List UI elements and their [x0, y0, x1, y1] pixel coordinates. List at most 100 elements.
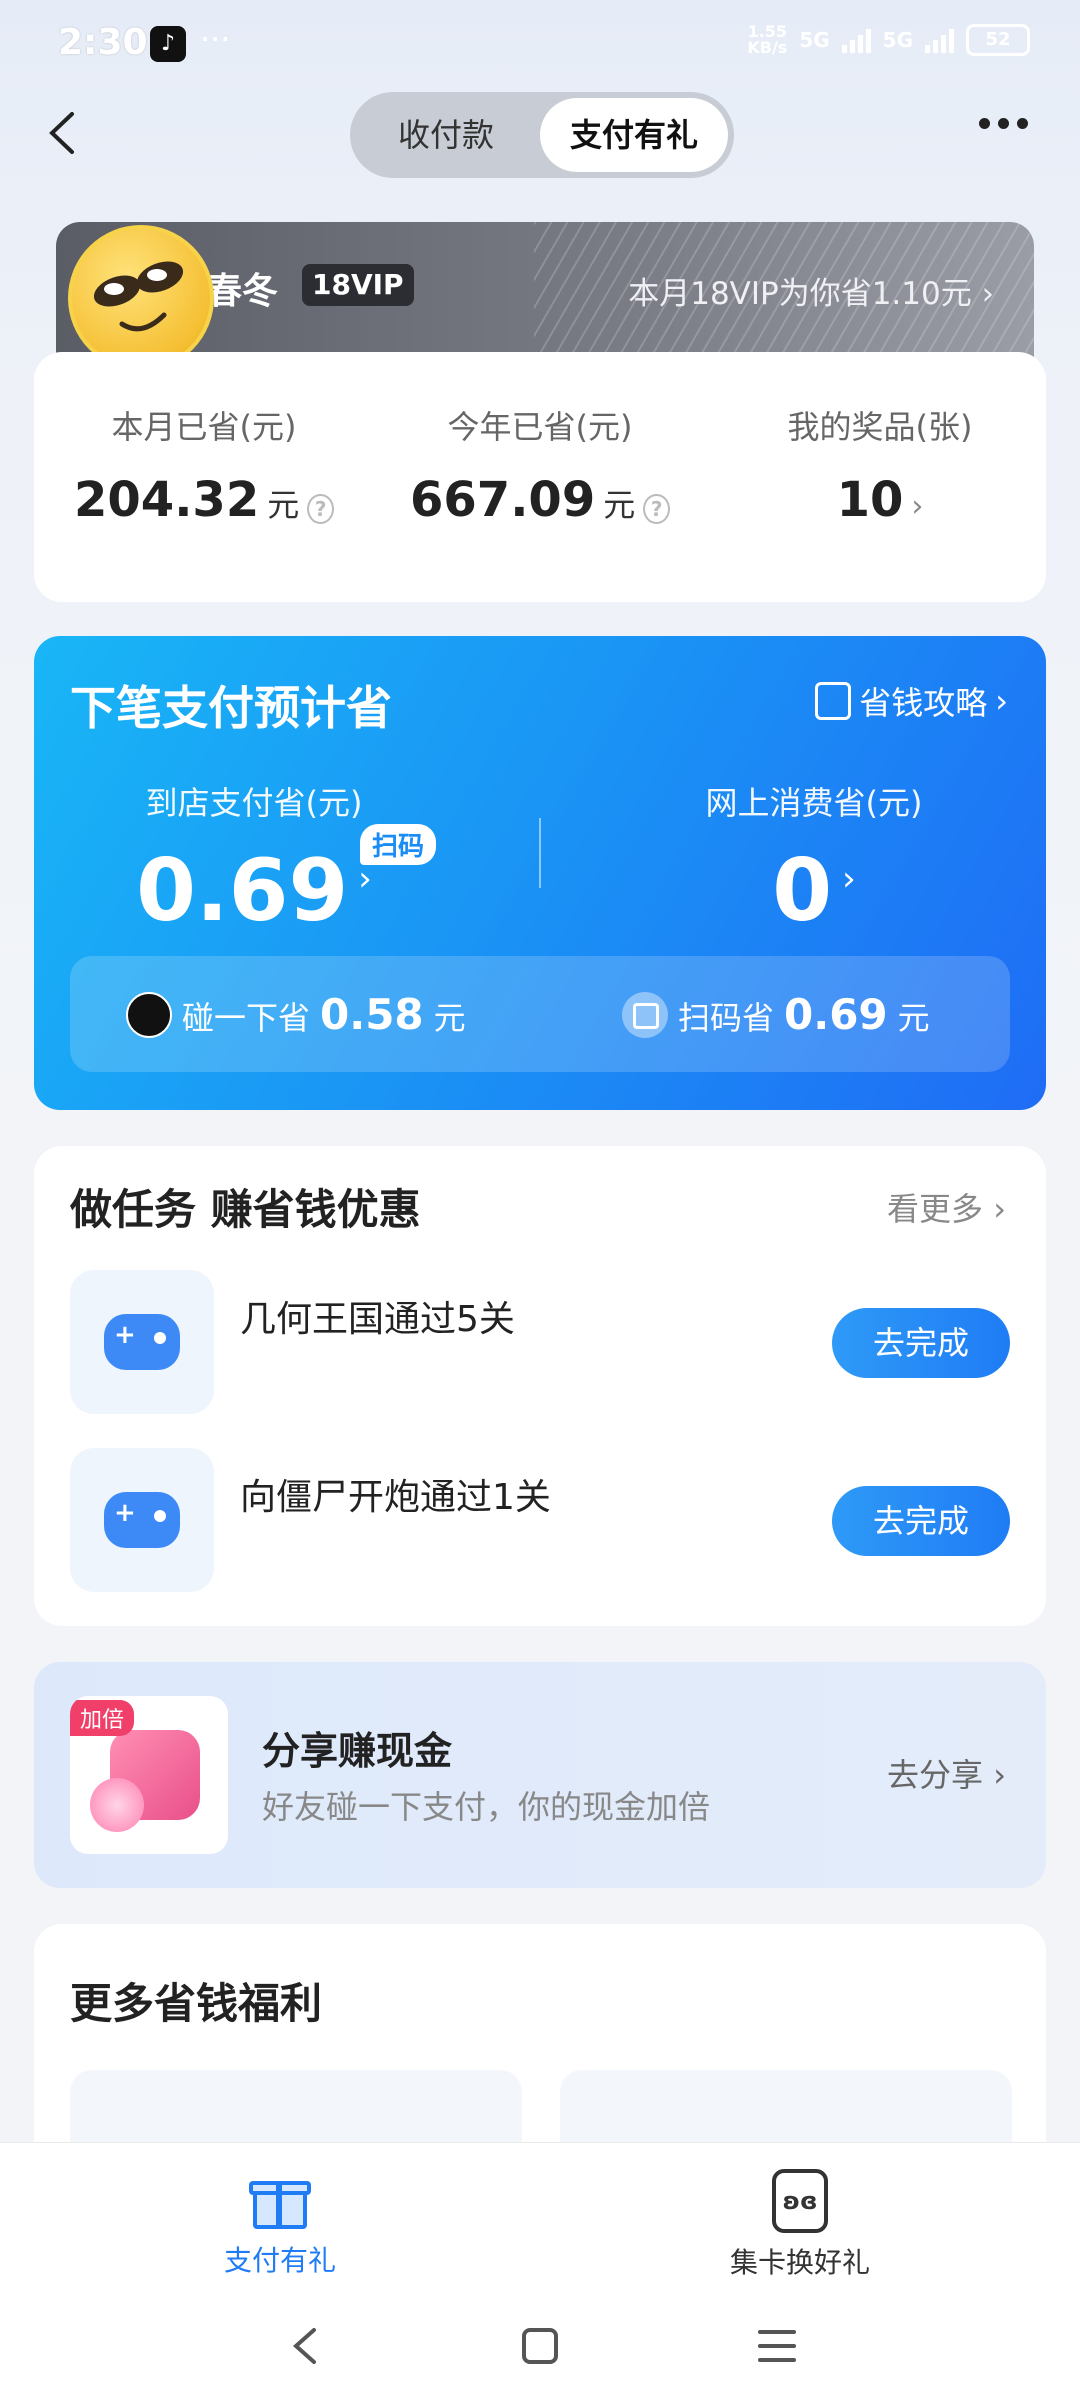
savings-guide-label: 省钱攻略 — [859, 684, 988, 722]
chevron-left-icon — [49, 112, 74, 154]
scan-savings-value: 0.69 — [784, 990, 888, 1039]
bottom-navigation: 支付有礼 ʚɞ 集卡换好礼 — [0, 2142, 1080, 2400]
mode-segmented-control: 收付款 支付有礼 — [350, 92, 734, 178]
user-name: 春冬 — [206, 271, 279, 312]
chevron-right-icon: › — [842, 859, 856, 899]
online-savings-value: 0 — [772, 841, 833, 941]
stat-year-saved[interactable]: 今年已省(元) 667.09 元? — [410, 402, 670, 528]
scan-savings[interactable]: 扫码省 0.69 元 — [622, 990, 930, 1039]
help-icon[interactable]: ? — [643, 494, 670, 524]
status-time: 2:30 — [58, 22, 148, 63]
benefit-tile[interactable] — [70, 2070, 522, 2144]
chevron-right-icon: › — [981, 276, 994, 312]
see-more-link[interactable]: 看更多 › — [887, 1184, 1006, 1230]
stat-label: 我的奖品(张) — [787, 408, 973, 446]
stat-month-saved[interactable]: 本月已省(元) 204.32 元? — [74, 402, 334, 528]
online-savings-label: 网上消费省(元) — [705, 784, 923, 822]
nfc-tap-savings[interactable]: 碰一下省 0.58 元 — [126, 990, 466, 1039]
online-savings[interactable]: 网上消费省(元) 0 › — [654, 778, 974, 936]
system-back-button[interactable] — [290, 2326, 320, 2366]
signal-bars-icon — [841, 27, 871, 53]
nav-label: 集卡换好礼 — [729, 2246, 870, 2279]
divider — [539, 818, 541, 888]
task-name: 几何王国通过5关 — [240, 1299, 515, 1340]
share-cash-card[interactable]: 加倍 分享赚现金 好友碰一下支付，你的现金加倍 去分享 › — [34, 1662, 1046, 1888]
tap-savings-unit: 元 — [433, 999, 466, 1037]
go-complete-button[interactable]: 去完成 — [832, 1486, 1010, 1556]
battery-icon: 52 — [966, 24, 1030, 56]
go-complete-button[interactable]: 去完成 — [832, 1308, 1010, 1378]
card-icon: ʚɞ — [772, 2169, 828, 2233]
scan-icon — [622, 991, 668, 1038]
network-speed: 1.55 KB/s — [747, 24, 787, 56]
signal-bars-icon — [925, 27, 954, 53]
task-name: 向僵尸开炮通过1关 — [240, 1477, 551, 1518]
go-share-link[interactable]: 去分享 › — [887, 1750, 1006, 1796]
back-button[interactable] — [42, 108, 82, 158]
tap-pay-icon — [126, 991, 172, 1038]
guide-icon — [815, 682, 852, 720]
task-thumb — [70, 1270, 214, 1414]
avatar[interactable] — [68, 225, 214, 371]
more-benefits-section: 更多省钱福利 — [34, 1924, 1046, 2144]
stat-my-prizes[interactable]: 我的奖品(张) 10 › — [750, 402, 1010, 528]
tap-savings-value: 0.58 — [320, 990, 424, 1039]
gamepad-icon — [104, 1492, 180, 1548]
system-navigation-bar — [0, 2300, 1080, 2400]
sunglasses-emoji-icon — [93, 261, 184, 332]
tasks-card: 做任务 赚省钱优惠 看更多 › 几何王国通过5关 去完成 向僵尸开炮通过1关 去… — [34, 1146, 1046, 1626]
share-title: 分享赚现金 — [262, 1729, 453, 1773]
stat-unit: 元 — [603, 486, 636, 524]
task-item: 向僵尸开炮通过1关 去完成 — [70, 1448, 1010, 1592]
store-savings-value: 0.69 — [136, 841, 349, 941]
payment-method-savings-bar: 碰一下省 0.58 元 扫码省 0.69 元 — [70, 956, 1010, 1072]
savings-title: 下笔支付预计省 — [70, 681, 392, 735]
vip-savings-text: 本月18VIP为你省1.10元 — [628, 276, 972, 312]
next-payment-savings-card: 下笔支付预计省 省钱攻略 › 到店支付省(元) 0.69 › 扫码 网上消费省(元… — [34, 636, 1046, 1110]
tasks-title: 做任务 赚省钱优惠 — [70, 1185, 421, 1234]
coin-shape — [90, 1778, 144, 1832]
stat-label: 今年已省(元) — [447, 408, 633, 446]
scan-savings-label: 扫码省 — [678, 999, 775, 1037]
stat-unit: 元 — [267, 486, 300, 524]
status-indicators: 1.55 KB/s 5G 5G 52 — [747, 24, 1030, 56]
gift-icon — [249, 2169, 311, 2231]
tiktok-icon: ♪ — [150, 26, 186, 62]
help-icon[interactable]: ? — [307, 494, 334, 524]
status-bar: 2:30 ♪ ··· 1.55 KB/s 5G 5G 52 — [0, 0, 1080, 90]
system-home-button[interactable] — [522, 2328, 558, 2364]
signal-label-1: 5G — [799, 28, 830, 52]
tap-savings-label: 碰一下省 — [182, 999, 311, 1037]
nav-label: 支付有礼 — [223, 2244, 336, 2277]
scan-savings-unit: 元 — [897, 999, 930, 1037]
gamepad-icon — [104, 1314, 180, 1370]
stat-label: 本月已省(元) — [111, 408, 297, 446]
double-tag: 加倍 — [70, 1700, 135, 1736]
system-recents-button[interactable] — [758, 2330, 796, 2372]
status-more-icon: ··· — [200, 20, 231, 58]
benefits-title: 更多省钱福利 — [70, 1979, 323, 2028]
tab-receive-pay[interactable]: 收付款 — [356, 98, 536, 172]
vip-badge: 18VIP — [302, 264, 414, 306]
nav-collect-cards[interactable]: ʚɞ 集卡换好礼 — [650, 2169, 950, 2281]
stat-value: 204.32 — [74, 472, 260, 528]
vip-savings-link[interactable]: 本月18VIP为你省1.10元 › — [628, 268, 994, 313]
task-item: 几何王国通过5关 去完成 — [70, 1270, 1010, 1414]
chevron-right-icon: › — [911, 489, 924, 524]
task-thumb — [70, 1448, 214, 1592]
red-envelope-image: 加倍 — [70, 1696, 228, 1854]
savings-stats-card: 本月已省(元) 204.32 元? 今年已省(元) 667.09 元? 我的奖品(张… — [34, 352, 1046, 602]
share-subtitle: 好友碰一下支付，你的现金加倍 — [262, 1788, 711, 1826]
stat-value: 10 — [836, 472, 904, 528]
nav-pay-rewards[interactable]: 支付有礼 — [130, 2169, 430, 2279]
more-options-button[interactable] — [979, 118, 1028, 129]
tab-pay-rewards[interactable]: 支付有礼 — [540, 98, 728, 172]
chevron-right-icon: › — [995, 682, 1008, 720]
savings-guide-link[interactable]: 省钱攻略 › — [815, 678, 1008, 724]
signal-label-2: 5G — [882, 28, 913, 52]
chevron-left-icon — [292, 2328, 316, 2364]
speed-unit: KB/s — [747, 38, 788, 57]
store-savings-label: 到店支付省(元) — [145, 784, 363, 822]
scan-tag: 扫码 — [360, 824, 437, 865]
benefit-tile[interactable] — [560, 2070, 1012, 2144]
